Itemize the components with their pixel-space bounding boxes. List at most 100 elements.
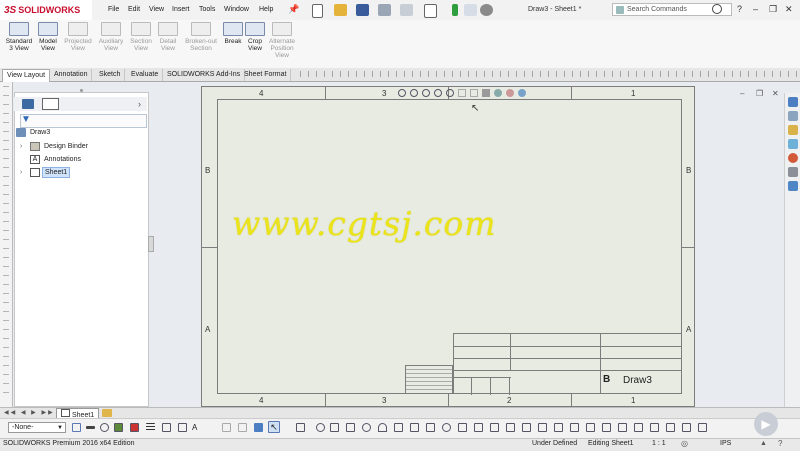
relations-icon[interactable] [602,423,611,432]
line-thickness-icon[interactable] [86,426,95,429]
hide-edge-icon[interactable] [162,423,171,432]
expand-arrow-icon[interactable]: › [20,169,22,176]
rotate-icon[interactable] [434,88,442,97]
doc-restore-icon[interactable]: ❐ [756,89,763,98]
trim-icon[interactable] [458,423,467,432]
undo-icon[interactable] [400,4,413,16]
doc-close-icon[interactable]: ✕ [772,89,779,98]
rebuild-icon[interactable]: ◎ [681,439,688,448]
search-icon[interactable] [712,4,722,14]
section-view-button[interactable]: Section View [128,22,154,52]
tree-item-sheet1[interactable]: Sheet1 [42,167,71,178]
line-color-icon[interactable] [100,423,109,432]
detail-view-button[interactable]: Detail View [156,22,180,52]
construction-geometry-icon[interactable] [634,423,643,432]
solidworks-forum-icon[interactable] [788,181,798,191]
menu-help[interactable]: Help [259,6,273,13]
projected-view-button[interactable]: Projected View [62,22,94,52]
smart-dimension-icon[interactable] [296,423,305,432]
grid-icon[interactable] [650,423,659,432]
doc-minimize-icon[interactable]: – [740,89,744,98]
pan-icon[interactable] [446,88,454,97]
new-document-icon[interactable] [312,4,323,18]
crop-view-button[interactable]: Crop View [245,22,265,52]
stretch-icon[interactable] [586,423,595,432]
view-orientation-icon[interactable] [470,88,478,97]
layer-properties-icon[interactable] [72,423,81,432]
filter-icon[interactable]: ▼ [21,114,31,125]
text-icon[interactable]: A [192,423,201,432]
scene-icon[interactable] [518,88,526,97]
move-icon[interactable] [522,423,531,432]
view-palette-icon[interactable] [788,139,798,149]
copy-icon[interactable] [538,423,547,432]
zoom-to-area-icon[interactable] [410,88,418,97]
view-icon[interactable] [254,423,263,432]
custom-properties-icon[interactable] [788,167,798,177]
rotate-entity-icon[interactable] [554,423,563,432]
play-icon[interactable]: ▶ [754,412,778,436]
tab-sheet-format[interactable]: Sheet Format [240,69,292,81]
break-button[interactable]: Break [222,22,244,45]
tab-sketch[interactable]: Sketch [95,69,126,81]
open-folder-icon[interactable] [334,4,347,16]
panel-splitter[interactable] [148,236,154,252]
save-icon[interactable] [356,4,369,16]
chevron-up-icon[interactable]: ▲ [760,440,767,447]
menu-edit[interactable]: Edit [128,6,140,13]
color-display-icon[interactable] [178,423,187,432]
select-arrow-icon[interactable]: ↖ [268,421,280,433]
standard-3-view-button[interactable]: Standard 3 View [4,22,34,52]
broken-out-section-button[interactable]: Broken-out Section [182,22,220,52]
line-icon[interactable] [330,423,339,432]
restore-icon[interactable]: ❐ [769,4,777,15]
status-units[interactable]: IPS [720,440,731,447]
pin-icon[interactable]: 📌 [288,4,299,15]
ellipse-icon[interactable] [442,423,451,432]
layer-select[interactable]: -None- ▼ [8,422,66,433]
print-icon[interactable] [378,4,391,16]
menu-view[interactable]: View [149,6,164,13]
offset-icon[interactable] [474,423,483,432]
appearances-icon[interactable] [788,153,798,163]
tree-root-draw3[interactable]: Draw3 [30,129,50,136]
text-tool-icon[interactable] [698,423,707,432]
minimize-icon[interactable]: – [753,4,758,14]
fillet-icon[interactable] [426,423,435,432]
previous-view-icon[interactable] [422,88,430,97]
rectangle-icon[interactable] [346,423,355,432]
arc-icon[interactable] [378,423,387,432]
menu-window[interactable]: Window [224,6,249,13]
repair-sketch-icon[interactable] [618,423,627,432]
tab-view-layout[interactable]: View Layout [2,69,51,82]
solidworks-resources-icon[interactable] [788,97,798,107]
traffic-light-icon[interactable] [452,4,458,16]
block-icon[interactable] [666,423,675,432]
filter-icon[interactable] [222,423,231,432]
auxiliary-view-button[interactable]: Auxiliary View [95,22,127,52]
help-icon[interactable]: ? [778,439,782,448]
fill-icon[interactable] [114,423,123,432]
design-library-icon[interactable] [788,111,798,121]
tab-annotation[interactable]: Annotation [50,69,93,81]
polygon-icon[interactable] [410,423,419,432]
mirror-icon[interactable] [490,423,499,432]
point-icon[interactable] [316,423,325,432]
filter-box[interactable] [20,114,147,128]
appearance-icon[interactable] [506,88,514,97]
expand-panel-icon[interactable]: › [138,99,141,109]
line-style-icon[interactable] [130,423,139,432]
model-view-button[interactable]: Model View [36,22,60,52]
tree-item-design-binder[interactable]: Design Binder [44,143,88,150]
add-sheet-icon[interactable] [102,409,112,417]
centerline-icon[interactable] [682,423,691,432]
tab-solidworks-add-ins[interactable]: SOLIDWORKS Add-Ins [163,69,246,81]
menu-file[interactable]: File [108,6,119,13]
scale-icon[interactable] [570,423,579,432]
expand-arrow-icon[interactable]: › [20,143,22,150]
close-icon[interactable]: ✕ [785,4,793,15]
help-icon[interactable]: ? [737,4,742,14]
snap-icon[interactable] [238,423,247,432]
menu-insert[interactable]: Insert [172,6,190,13]
select-arrow-icon[interactable] [424,4,437,18]
